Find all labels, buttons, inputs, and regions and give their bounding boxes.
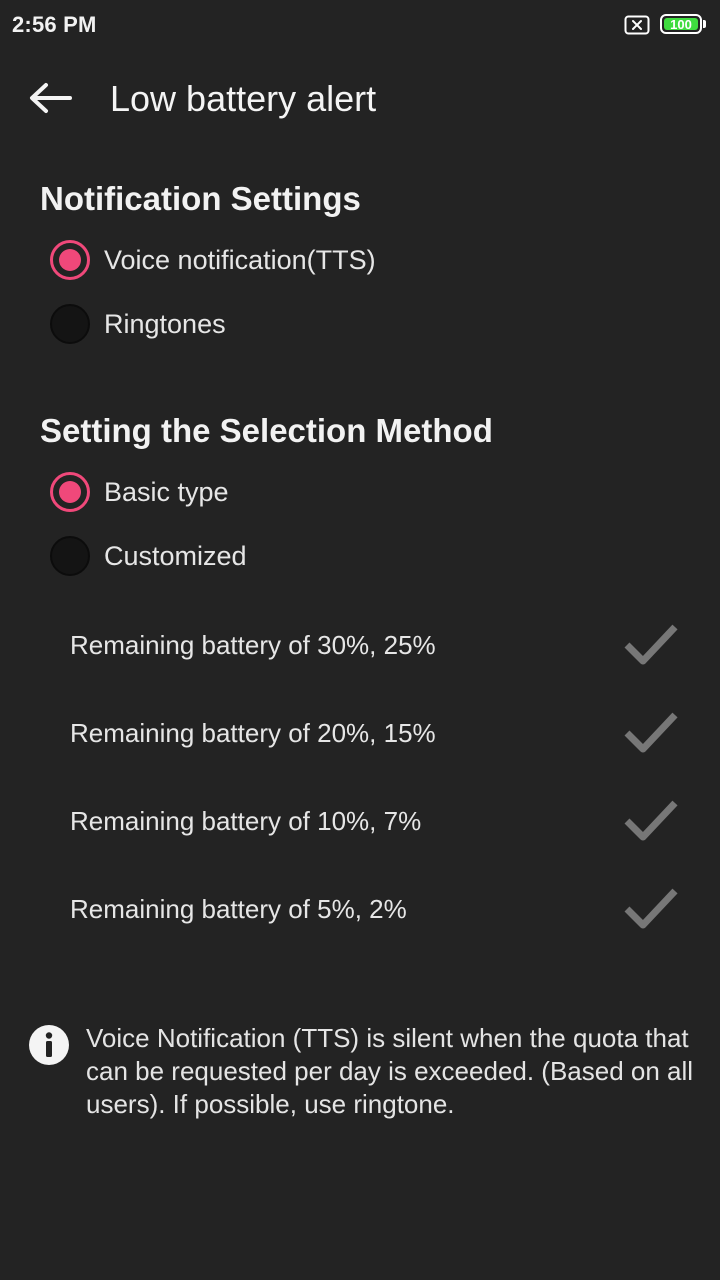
arrow-left-icon bbox=[30, 83, 72, 113]
radio-button-unchecked[interactable] bbox=[50, 536, 90, 576]
checkmark-icon[interactable] bbox=[622, 709, 680, 757]
threshold-label: Remaining battery of 5%, 2% bbox=[70, 893, 407, 924]
threshold-label: Remaining battery of 30%, 25% bbox=[70, 629, 436, 660]
battery-icon: 100 bbox=[660, 14, 702, 34]
radio-voice-notification[interactable]: Voice notification(TTS) bbox=[50, 238, 376, 282]
battery-indicator: 100 bbox=[660, 14, 708, 36]
threshold-label: Remaining battery of 10%, 7% bbox=[70, 805, 422, 836]
radio-label: Customized bbox=[104, 540, 247, 571]
threshold-row-30-25: Remaining battery of 30%, 25% bbox=[70, 617, 680, 673]
radio-customized[interactable]: Customized bbox=[50, 534, 247, 578]
status-time: 2:56 PM bbox=[12, 12, 97, 37]
status-bar: 2:56 PM 100 bbox=[0, 0, 720, 52]
notification-settings-title: Notification Settings bbox=[40, 180, 361, 217]
info-text: Voice Notification (TTS) is silent when … bbox=[86, 1023, 694, 1119]
threshold-label: Remaining battery of 20%, 15% bbox=[70, 717, 436, 748]
checkmark-icon[interactable] bbox=[622, 885, 680, 933]
checkmark-icon[interactable] bbox=[622, 797, 680, 845]
sim-error-icon bbox=[624, 15, 650, 35]
info-icon bbox=[28, 1024, 70, 1066]
radio-label: Ringtones bbox=[104, 308, 226, 339]
radio-label: Basic type bbox=[104, 476, 229, 507]
radio-button-checked[interactable] bbox=[50, 240, 90, 280]
radio-ringtones[interactable]: Ringtones bbox=[50, 302, 226, 346]
radio-button-unchecked[interactable] bbox=[50, 304, 90, 344]
toolbar: Low battery alert bbox=[0, 52, 720, 148]
threshold-row-20-15: Remaining battery of 20%, 15% bbox=[70, 705, 680, 761]
selection-method-title: Setting the Selection Method bbox=[40, 412, 493, 449]
back-button[interactable] bbox=[20, 72, 80, 124]
battery-level: 100 bbox=[664, 18, 698, 31]
threshold-row-10-7: Remaining battery of 10%, 7% bbox=[70, 793, 680, 849]
radio-label: Voice notification(TTS) bbox=[104, 244, 376, 275]
checkmark-icon[interactable] bbox=[622, 621, 680, 669]
page-title: Low battery alert bbox=[110, 78, 377, 119]
radio-button-checked[interactable] bbox=[50, 472, 90, 512]
radio-basic-type[interactable]: Basic type bbox=[50, 470, 229, 514]
threshold-row-5-2: Remaining battery of 5%, 2% bbox=[70, 881, 680, 937]
